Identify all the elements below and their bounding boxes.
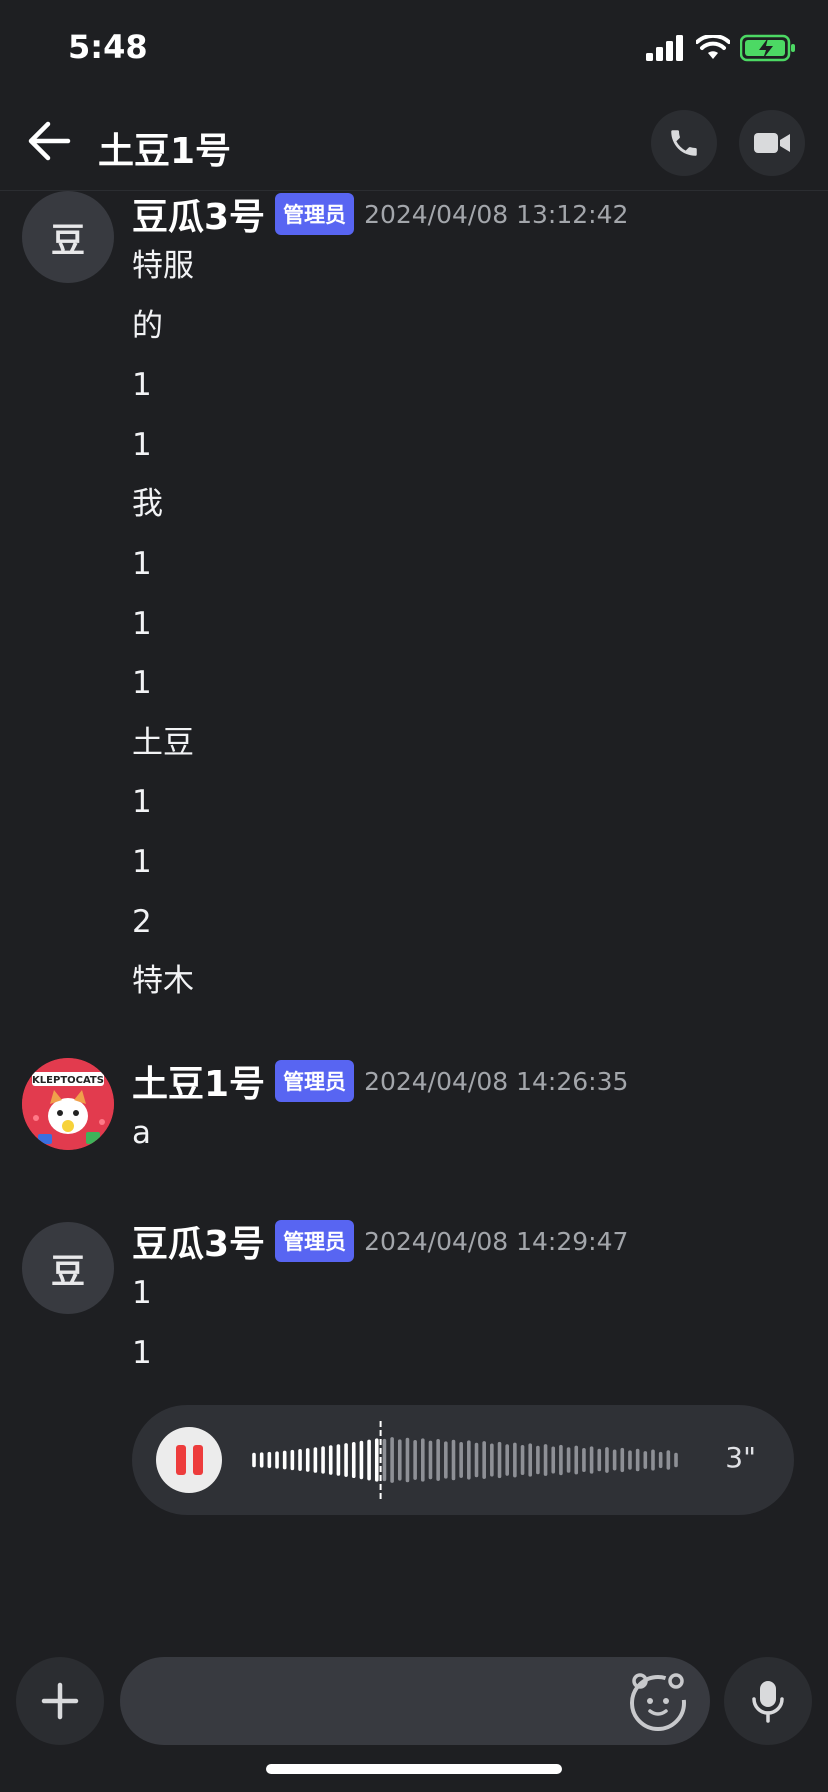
pause-icon — [175, 1445, 186, 1475]
message-meta: 土豆1号 管理员 2024/04/08 14:26:35 — [132, 1055, 629, 1107]
avatar[interactable]: 豆 — [22, 1222, 114, 1314]
voice-duration: 3" — [725, 1441, 756, 1474]
signal-icon — [646, 35, 683, 61]
status-bar: 5:48 — [0, 0, 828, 100]
avatar[interactable]: 豆 — [22, 191, 114, 283]
home-indicator[interactable] — [266, 1764, 562, 1774]
back-arrow-icon — [28, 121, 71, 161]
message-line: 1 — [132, 367, 152, 404]
message-line: 1 — [132, 843, 152, 880]
message-line: 1 — [132, 605, 152, 642]
timestamp: 2024/04/08 13:12:42 — [364, 199, 629, 229]
author-name[interactable]: 土豆1号 — [132, 1055, 265, 1107]
kleptocats-avatar-image: KLEPTOCATS — [22, 1058, 114, 1150]
message-line: 1 — [132, 545, 152, 582]
wifi-icon — [696, 35, 730, 59]
message-line: 1 — [132, 1334, 152, 1371]
message-line: a — [132, 1115, 151, 1151]
message-line: 1 — [132, 784, 152, 821]
message-line: 1 — [132, 426, 152, 463]
message-line: 土豆 — [132, 724, 194, 761]
status-time: 5:48 — [68, 28, 148, 66]
message-line: 1 — [132, 1275, 152, 1311]
plus-icon — [41, 1682, 79, 1720]
message-line: 的 — [132, 307, 163, 344]
message-line: 1 — [132, 665, 152, 702]
message-body: a — [132, 1104, 151, 1164]
chat-title: 土豆1号 — [98, 131, 232, 172]
microphone-icon — [752, 1681, 784, 1723]
pause-icon-bar — [192, 1445, 203, 1475]
author-name[interactable]: 豆瓜3号 — [132, 1215, 265, 1267]
role-badge: 管理员 — [275, 193, 355, 235]
message-input[interactable] — [120, 1657, 710, 1745]
attach-button[interactable] — [16, 1657, 104, 1745]
message-line: 特服 — [132, 248, 194, 284]
message-line: 特木 — [132, 963, 194, 1000]
video-call-button[interactable] — [739, 110, 805, 176]
voice-record-button[interactable] — [724, 1657, 812, 1745]
message-body: 1 1 — [132, 1264, 152, 1383]
author-name[interactable]: 豆瓜3号 — [132, 188, 265, 240]
svg-text:KLEPTOCATS: KLEPTOCATS — [32, 1075, 104, 1086]
back-button[interactable] — [26, 118, 72, 164]
timestamp: 2024/04/08 14:26:35 — [364, 1066, 629, 1096]
voice-message-player[interactable]: 3" — [132, 1405, 794, 1515]
pause-button[interactable] — [156, 1427, 222, 1493]
role-badge: 管理员 — [275, 1060, 355, 1102]
role-badge: 管理员 — [275, 1220, 355, 1262]
voice-waveform[interactable] — [250, 1421, 680, 1499]
timestamp: 2024/04/08 14:29:47 — [364, 1226, 629, 1256]
battery-charging-icon — [740, 34, 795, 62]
emoji-icon[interactable] — [622, 1665, 694, 1737]
avatar[interactable]: KLEPTOCATS — [22, 1058, 114, 1150]
voice-call-button[interactable] — [651, 110, 717, 176]
message-line: 我 — [132, 486, 163, 523]
message-line: 2 — [132, 903, 152, 940]
message-body: 特服 的 1 1 我 1 1 1 土豆 1 1 2 特木 — [132, 237, 194, 1012]
message-meta: 豆瓜3号 管理员 2024/04/08 13:12:42 — [132, 188, 629, 240]
phone-icon — [671, 130, 697, 156]
status-icons — [646, 34, 796, 62]
video-camera-icon — [754, 133, 790, 153]
message-meta: 豆瓜3号 管理员 2024/04/08 14:29:47 — [132, 1215, 629, 1267]
chat-header: 土豆1号 — [0, 100, 828, 191]
